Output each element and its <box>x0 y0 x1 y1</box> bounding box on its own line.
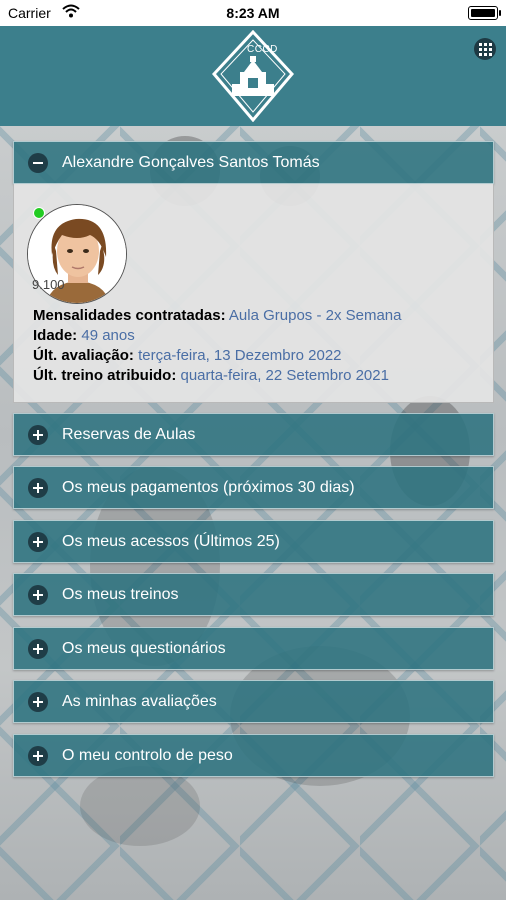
section-label: Os meus acessos (Últimos 25) <box>62 532 280 550</box>
section-treinos[interactable]: Os meus treinos <box>13 573 494 616</box>
status-bar: Carrier 8:23 AM <box>0 0 506 26</box>
section-header[interactable]: Os meus pagamentos (próximos 30 dias) <box>13 466 494 509</box>
clock: 8:23 AM <box>226 5 280 21</box>
expand-icon[interactable] <box>28 638 48 659</box>
profile-details: 9.100 Mensalidades contratadas: Aula Gru… <box>13 184 494 403</box>
info-row: Idade: 49 anos <box>33 326 402 346</box>
section-header[interactable]: As minhas avaliações <box>13 680 494 723</box>
section-label: Os meus pagamentos (próximos 30 dias) <box>62 478 355 496</box>
expand-icon[interactable] <box>28 745 48 766</box>
expand-icon[interactable] <box>28 531 48 552</box>
section-header[interactable]: Reservas de Aulas <box>13 413 494 456</box>
section-questionarios[interactable]: Os meus questionários <box>13 627 494 670</box>
expand-icon[interactable] <box>28 584 48 605</box>
section-header[interactable]: Os meus treinos <box>13 573 494 616</box>
info-label: Últ. treino atribuido: <box>33 367 177 384</box>
section-header[interactable]: Os meus questionários <box>13 627 494 670</box>
section-label: Os meus questionários <box>62 639 226 657</box>
profile-info: Mensalidades contratadas: Aula Grupos - … <box>33 306 402 386</box>
profile-panel: Alexandre Gonçalves Santos Tomás 9.100 M… <box>13 141 494 403</box>
info-value[interactable]: quarta-feira, 22 Setembro 2021 <box>181 367 389 384</box>
online-status-dot <box>33 207 45 219</box>
app-header: CCCD <box>0 26 506 126</box>
section-pagamentos[interactable]: Os meus pagamentos (próximos 30 dias) <box>13 466 494 509</box>
expand-icon[interactable] <box>28 477 48 498</box>
info-label: Mensalidades contratadas: <box>33 307 226 324</box>
expand-icon[interactable] <box>28 691 48 712</box>
section-controlo-peso[interactable]: O meu controlo de peso <box>13 734 494 777</box>
info-label: Últ. avaliação: <box>33 347 134 364</box>
info-row: Últ. treino atribuido: quarta-feira, 22 … <box>33 366 402 386</box>
section-avaliacoes[interactable]: As minhas avaliações <box>13 680 494 723</box>
battery-icon <box>468 6 501 20</box>
section-header[interactable]: O meu controlo de peso <box>13 734 494 777</box>
info-row: Últ. avaliação: terça-feira, 13 Dezembro… <box>33 346 402 366</box>
club-logo: CCCD <box>211 29 295 123</box>
section-label: As minhas avaliações <box>62 692 217 710</box>
collapse-icon[interactable] <box>28 152 48 173</box>
section-label: Reservas de Aulas <box>62 425 196 443</box>
grid-menu-icon[interactable] <box>474 38 496 60</box>
section-header[interactable]: Os meus acessos (Últimos 25) <box>13 520 494 563</box>
member-id: 9.100 <box>32 277 65 292</box>
info-value: 49 anos <box>81 327 135 344</box>
info-label: Idade: <box>33 327 78 344</box>
section-label: Os meus treinos <box>62 585 179 603</box>
section-acessos[interactable]: Os meus acessos (Últimos 25) <box>13 520 494 563</box>
logo-text: CCCD <box>247 44 278 55</box>
info-value[interactable]: Aula Grupos - 2x Semana <box>229 307 402 324</box>
profile-panel-header[interactable]: Alexandre Gonçalves Santos Tomás <box>13 141 494 184</box>
profile-name: Alexandre Gonçalves Santos Tomás <box>62 153 320 171</box>
section-label: O meu controlo de peso <box>62 746 233 764</box>
info-value[interactable]: terça-feira, 13 Dezembro 2022 <box>138 347 341 364</box>
info-row: Mensalidades contratadas: Aula Grupos - … <box>33 306 402 326</box>
section-reservas[interactable]: Reservas de Aulas <box>13 413 494 456</box>
expand-icon[interactable] <box>28 424 48 445</box>
